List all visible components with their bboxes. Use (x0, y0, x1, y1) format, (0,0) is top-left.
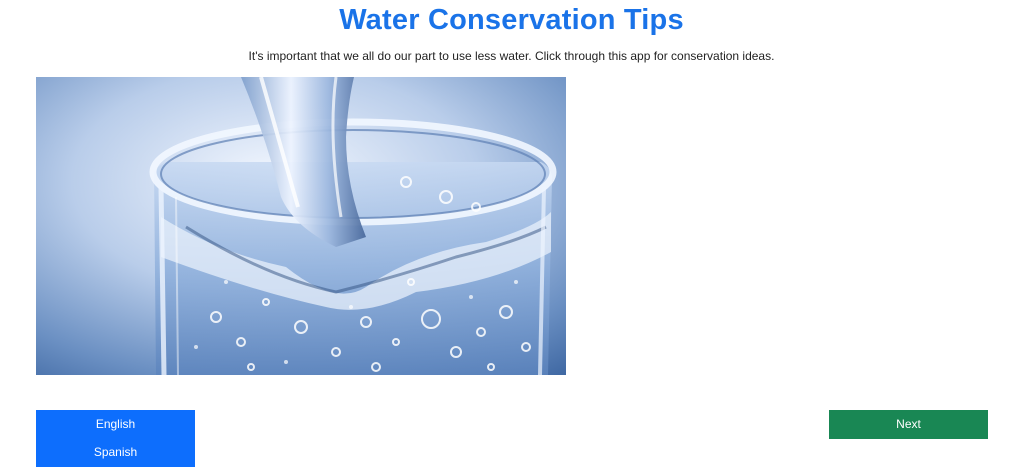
page-subtitle: It's important that we all do our part t… (248, 49, 775, 63)
language-english-button[interactable]: English (36, 410, 195, 438)
next-button[interactable]: Next (829, 410, 988, 439)
language-spanish-button[interactable]: Spanish (36, 438, 195, 466)
page-title: Water Conservation Tips (339, 4, 684, 36)
water-glass-image (36, 77, 566, 375)
language-menu: English Spanish (36, 410, 195, 467)
app-screen: Water Conservation Tips It's important t… (0, 0, 1023, 473)
